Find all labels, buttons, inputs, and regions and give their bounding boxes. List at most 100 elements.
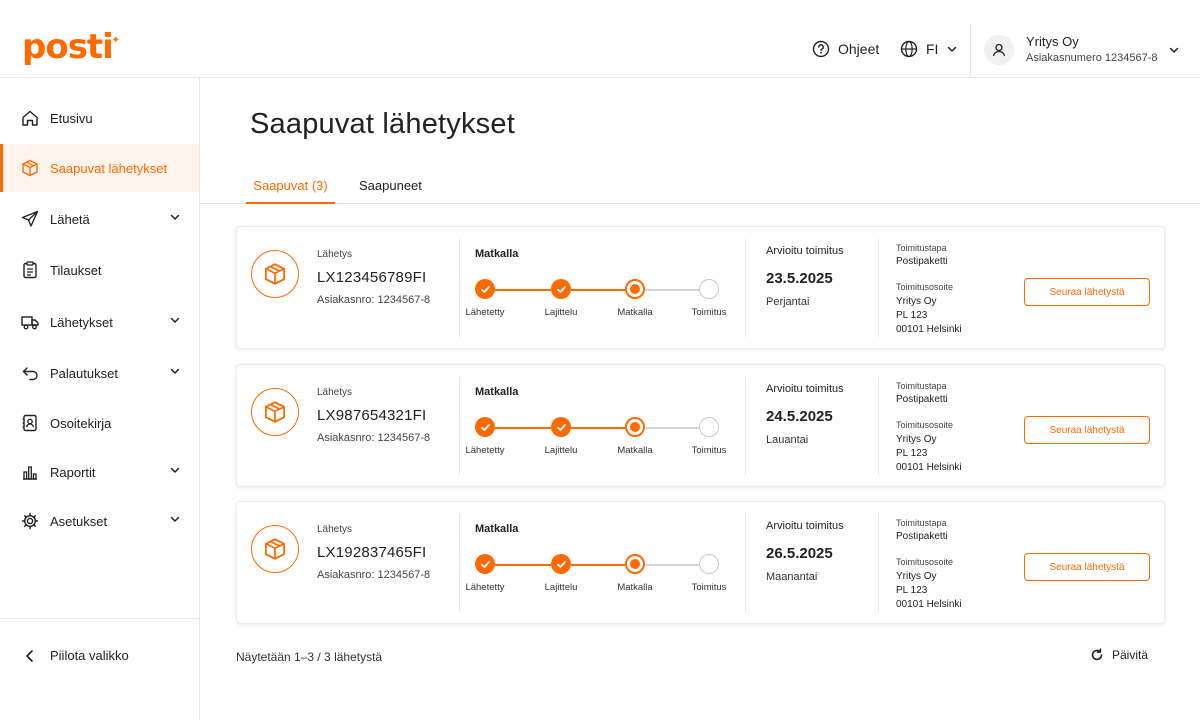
address-line: 00101 Helsinki (896, 324, 962, 335)
refresh-icon (1091, 648, 1103, 661)
customer-number: Asiakasnro: 1234567-8 (317, 432, 431, 444)
progress-line (571, 427, 625, 429)
delivery-address: Yritys Oy PL 123 00101 Helsinki (896, 433, 962, 475)
customer-number: Asiakasnro: 1234567-8 (317, 294, 431, 306)
sidebar-item-9[interactable]: Asetukset (0, 497, 199, 545)
clipboard-icon (23, 261, 37, 279)
help-link[interactable]: Ohjeet (812, 40, 879, 58)
eta-label: Arvioitu toimitus (766, 520, 844, 532)
help-icon (812, 40, 830, 58)
sidebar-item-label: Osoitekirja (50, 415, 112, 431)
check-icon (556, 423, 566, 431)
card-divider (745, 239, 746, 337)
card-divider (745, 377, 746, 475)
customer-number: Asiakasnro: 1234567-8 (317, 569, 431, 581)
progress-line (495, 289, 551, 291)
eta-label: Arvioitu toimitus (766, 245, 844, 257)
address-line: Yritys Oy (896, 434, 937, 445)
address-label: Toimitusosoite (896, 282, 954, 292)
current-step-dot (630, 284, 640, 294)
address-line: PL 123 (896, 310, 928, 321)
chevron-down-icon (170, 516, 180, 522)
sidebar-item-label: Etusivu (50, 110, 93, 126)
shipment-card: Lähetys LX123456789FI Asiakasnro: 1234567-… (236, 226, 1165, 349)
sidebar-item-label: Raportit (50, 464, 96, 480)
progress-step-label: Matkalla (617, 307, 653, 318)
progress-step-label: Toimitus (691, 445, 727, 456)
check-icon (480, 285, 490, 293)
tab-arrived[interactable]: Saapuneet (359, 178, 422, 204)
current-step-dot (630, 559, 640, 569)
sidebar-item-label: Saapuvat lähetykset (50, 160, 168, 176)
progress-step-label: Lähetetty (465, 582, 505, 593)
card-divider (745, 514, 746, 612)
eta-date: 26.5.2025 (766, 545, 833, 562)
eta-date: 24.5.2025 (766, 408, 833, 425)
language-selector[interactable]: FI (900, 40, 958, 58)
shipment-card: Lähetys LX987654321FI Asiakasnro: 1234567-… (236, 364, 1165, 487)
progress-line (571, 289, 625, 291)
chevron-left-icon (26, 649, 33, 662)
delivery-method: Postipaketti (896, 256, 948, 267)
chevron-down-icon (948, 46, 957, 52)
progress-tracker: Lähetetty Lajittelu Matkalla Toimitus (465, 417, 745, 461)
progress-line (645, 427, 699, 429)
card-divider (459, 514, 460, 612)
track-shipment-button[interactable]: Seuraa lähetystä (1024, 553, 1150, 581)
sidebar-item-1[interactable]: Etusivu (0, 94, 199, 142)
truck-icon (21, 316, 39, 330)
track-shipment-button[interactable]: Seuraa lähetystä (1024, 416, 1150, 444)
progress-step-label: Lajittelu (544, 582, 578, 593)
header-divider (970, 24, 971, 76)
sidebar-item-6[interactable]: Palautukset (0, 349, 199, 397)
refresh-label: Päivitä (1112, 648, 1149, 662)
address-label: Toimitusosoite (896, 420, 954, 430)
card-divider (878, 514, 879, 612)
progress-step (551, 417, 571, 437)
address-line: PL 123 (896, 585, 928, 596)
shipment-label: Lähetys (317, 524, 353, 535)
account-number: Asiakasnumero 1234567-8 (1026, 52, 1158, 64)
check-icon (556, 285, 566, 293)
tab-incoming[interactable]: Saapuvat (3) (246, 178, 335, 204)
sidebar-divider (0, 618, 199, 619)
progress-step-label: Lajittelu (544, 445, 578, 456)
avatar (984, 35, 1014, 65)
collapse-menu-button[interactable]: Piilota valikko (20, 648, 129, 663)
sidebar-item-2[interactable]: Saapuvat lähetykset (0, 144, 199, 192)
logo-star-icon: ✦ (111, 35, 119, 46)
account-menu[interactable]: Yritys Oy Asiakasnumero 1234567-8 (984, 34, 1157, 66)
progress-tracker: Lähetetty Lajittelu Matkalla Toimitus (465, 554, 745, 598)
sidebar-item-8[interactable]: Raportit (0, 448, 199, 496)
shipment-card: Lähetys LX192837465FI Asiakasnro: 1234567-… (236, 501, 1165, 624)
language-label: FI (926, 41, 939, 57)
progress-line (645, 289, 699, 291)
user-icon (992, 43, 1006, 57)
sidebar-item-4[interactable]: Tilaukset (0, 246, 199, 294)
package-icon (264, 538, 286, 560)
sidebar-item-7[interactable]: Osoitekirja (0, 399, 199, 447)
account-chevron-down-icon[interactable] (1168, 44, 1180, 56)
refresh-button[interactable]: Päivitä (1090, 648, 1148, 662)
package-avatar (251, 388, 299, 436)
sidebar-item-label: Tilaukset (50, 262, 102, 278)
track-shipment-button[interactable]: Seuraa lähetystä (1024, 278, 1150, 306)
sidebar-item-label: Lähetykset (50, 314, 113, 330)
sidebar-item-3[interactable]: Lähetä (0, 195, 199, 243)
chevron-down-icon (170, 368, 180, 374)
results-count: Näytetään 1–3 / 3 lähetystä (236, 650, 383, 664)
posti-logo[interactable]: posti ✦ (22, 30, 120, 64)
progress-step-label: Lähetetty (465, 445, 505, 456)
sidebar-item-5[interactable]: Lähetykset (0, 298, 199, 346)
delivery-method: Postipaketti (896, 531, 948, 542)
eta-label: Arvioitu toimitus (766, 383, 844, 395)
top-header: posti ✦ Ohjeet FI Yritys Oy Asiakasnumero… (0, 0, 1200, 78)
page-title: Saapuvat lähetykset (250, 108, 515, 140)
progress-step-label: Lajittelu (544, 307, 578, 318)
progress-step-label: Toimitus (691, 307, 727, 318)
progress-step (475, 279, 495, 299)
chevron-down-icon (170, 317, 180, 323)
check-icon (480, 560, 490, 568)
help-label: Ohjeet (838, 41, 880, 57)
progress-step-label: Toimitus (691, 582, 727, 593)
